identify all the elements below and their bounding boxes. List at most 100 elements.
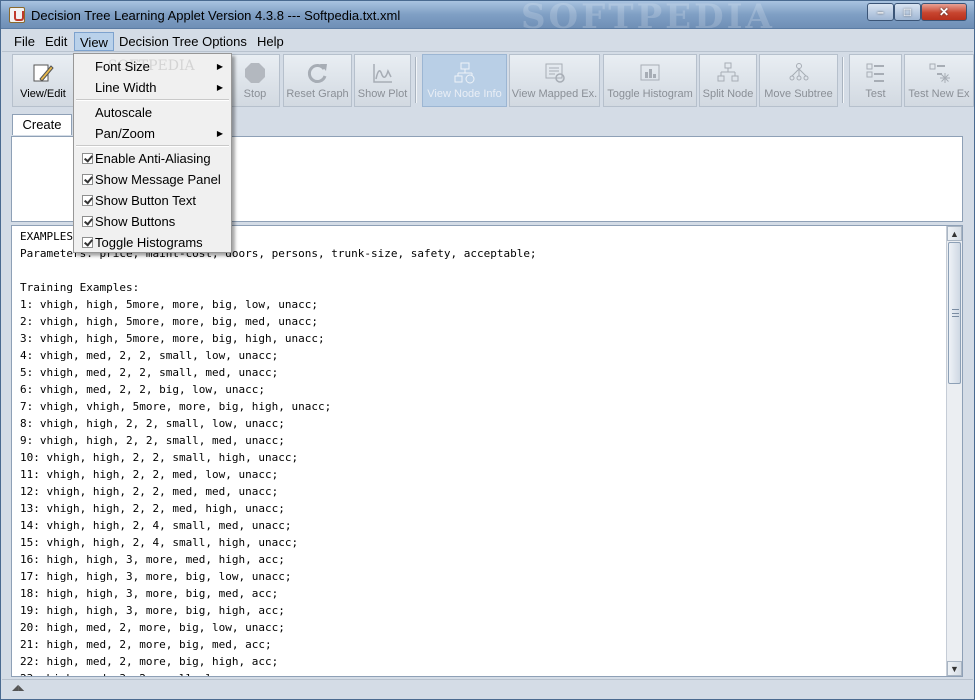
checkbox-checked-icon xyxy=(82,237,93,248)
menu-item-line-width[interactable]: Line Width ▶ xyxy=(76,77,229,98)
menu-item-show-message-panel[interactable]: Show Message Panel xyxy=(76,169,229,190)
split-node-label: Split Node xyxy=(702,88,754,100)
show-buttons-label: Show Buttons xyxy=(95,214,176,229)
menu-options-label: Decision Tree Options xyxy=(119,34,247,49)
text-line: 18: high, high, 3, more, big, med, acc; xyxy=(20,587,279,600)
autoscale-label: Autoscale xyxy=(95,105,153,120)
font-size-label: Font Size xyxy=(95,59,150,74)
text-line: 21: high, med, 2, more, big, med, acc; xyxy=(20,638,272,651)
edit-pencil-icon xyxy=(33,64,54,82)
split-pane-arrows-icon[interactable]: ◢◣ xyxy=(12,683,24,692)
toggle-histogram-button[interactable]: Toggle Histogram xyxy=(603,54,697,107)
maximize-icon: □ xyxy=(903,5,912,19)
anti-aliasing-label: Enable Anti-Aliasing xyxy=(95,151,211,166)
checkbox-checked-icon xyxy=(82,216,93,227)
submenu-arrow-icon: ▶ xyxy=(216,83,223,92)
close-button[interactable]: ✕ xyxy=(921,3,967,21)
text-line: 19: high, high, 3, more, big, high, acc; xyxy=(20,604,285,617)
toolbar-separator-2 xyxy=(842,57,844,103)
text-line xyxy=(20,262,537,279)
examples-text: EXAMPLES Parameters: price, maint-cost, d… xyxy=(20,228,537,676)
scroll-up-arrow-icon[interactable]: ▲ xyxy=(947,226,962,241)
text-line: 4: vhigh, med, 2, 2, small, low, unacc; xyxy=(20,349,279,362)
node-info-icon xyxy=(454,62,474,84)
test-new-example-button[interactable]: Test New Ex xyxy=(904,54,974,107)
maximize-button[interactable]: □ xyxy=(894,3,921,21)
menu-file[interactable]: File xyxy=(9,32,40,51)
scroll-down-arrow-icon[interactable]: ▼ xyxy=(947,661,962,676)
stop-button[interactable]: Stop xyxy=(230,54,280,107)
tab-create[interactable]: Create xyxy=(12,114,72,135)
menu-item-enable-anti-aliasing[interactable]: Enable Anti-Aliasing xyxy=(76,148,229,169)
window-title: Decision Tree Learning Applet Version 4.… xyxy=(31,8,401,23)
title-bar[interactable]: Decision Tree Learning Applet Version 4.… xyxy=(1,0,974,37)
test-button[interactable]: Test xyxy=(849,54,902,107)
split-node-button[interactable]: Split Node xyxy=(699,54,757,107)
histogram-icon xyxy=(640,64,660,81)
mapped-examples-icon xyxy=(545,63,565,83)
view-mapped-examples-button[interactable]: View Mapped Ex. xyxy=(509,54,600,107)
close-icon: ✕ xyxy=(938,5,950,19)
stop-label: Stop xyxy=(243,88,267,100)
move-subtree-button[interactable]: Move Subtree xyxy=(759,54,838,107)
vertical-scrollbar[interactable]: ▲ ▼ xyxy=(946,226,962,676)
menu-file-label: File xyxy=(14,34,35,49)
menu-item-show-buttons[interactable]: Show Buttons xyxy=(76,211,229,232)
menu-edit-label: Edit xyxy=(45,34,68,49)
submenu-arrow-icon: ▶ xyxy=(216,129,223,138)
menu-separator xyxy=(76,145,229,147)
checkbox-checked-icon xyxy=(82,174,93,185)
text-line: 20: high, med, 2, more, big, low, unacc; xyxy=(20,621,285,634)
text-line: 12: vhigh, high, 2, 2, med, med, unacc; xyxy=(20,485,279,498)
text-line: 3: vhigh, high, 5more, more, big, high, … xyxy=(20,332,325,345)
menu-item-toggle-histograms[interactable]: Toggle Histograms xyxy=(76,232,229,253)
reset-graph-button[interactable]: Reset Graph xyxy=(283,54,352,107)
menu-item-show-button-text[interactable]: Show Button Text xyxy=(76,190,229,211)
text-line: 14: vhigh, high, 2, 4, small, med, unacc… xyxy=(20,519,292,532)
text-line: 2: vhigh, high, 5more, more, big, med, u… xyxy=(20,315,319,328)
toggle-histogram-label: Toggle Histogram xyxy=(607,88,693,100)
view-menu-dropdown: SOFTPEDIA Font Size ▶ Line Width ▶ Autos… xyxy=(73,53,232,253)
scroll-thumb[interactable] xyxy=(948,242,961,384)
examples-text-area[interactable]: EXAMPLES Parameters: price, maint-cost, d… xyxy=(11,225,963,677)
test-label: Test xyxy=(865,88,886,100)
java-app-icon xyxy=(9,7,25,23)
test-checklist-icon xyxy=(866,63,884,82)
menu-help[interactable]: Help xyxy=(252,32,289,51)
text-line: 16: high, high, 3, more, med, high, acc; xyxy=(20,553,285,566)
menu-view[interactable]: View xyxy=(74,32,114,51)
refresh-icon xyxy=(307,64,327,83)
split-node-icon xyxy=(717,62,739,82)
menu-separator xyxy=(76,99,229,101)
view-node-info-button[interactable]: View Node Info xyxy=(422,54,507,107)
menu-bar: File Edit View Decision Tree Options Hel… xyxy=(2,30,973,52)
menu-decision-tree-options[interactable]: Decision Tree Options xyxy=(114,32,252,51)
menu-edit[interactable]: Edit xyxy=(40,32,72,51)
toolbar-separator xyxy=(415,57,417,103)
menu-view-label: View xyxy=(80,35,108,50)
plot-icon xyxy=(372,64,392,83)
minimize-icon: – xyxy=(877,5,884,19)
menu-item-pan-zoom[interactable]: Pan/Zoom ▶ xyxy=(76,123,229,144)
submenu-arrow-icon: ▶ xyxy=(216,62,223,71)
menu-item-autoscale[interactable]: Autoscale xyxy=(76,102,229,123)
test-new-label: Test New Ex xyxy=(908,88,970,100)
test-new-icon xyxy=(929,63,950,83)
show-plot-button[interactable]: Show Plot xyxy=(354,54,411,107)
message-panel-label: Show Message Panel xyxy=(95,172,221,187)
view-node-info-label: View Node Info xyxy=(427,88,502,100)
text-line: 13: vhigh, high, 2, 2, med, high, unacc; xyxy=(20,502,285,515)
view-edit-button[interactable]: View/Edit xyxy=(12,54,74,107)
show-plot-label: Show Plot xyxy=(357,88,408,100)
move-subtree-label: Move Subtree xyxy=(764,88,833,100)
menu-item-font-size[interactable]: Font Size ▶ xyxy=(76,56,229,77)
pan-zoom-label: Pan/Zoom xyxy=(95,126,155,141)
text-line: 5: vhigh, med, 2, 2, small, med, unacc; xyxy=(20,366,279,379)
text-line: 1: vhigh, high, 5more, more, big, low, u… xyxy=(20,298,319,311)
app-window: Decision Tree Learning Applet Version 4.… xyxy=(0,0,975,700)
text-line: 8: vhigh, high, 2, 2, small, low, unacc; xyxy=(20,417,285,430)
minimize-button[interactable]: – xyxy=(867,3,894,21)
checkbox-checked-icon xyxy=(82,195,93,206)
text-line: Training Examples: xyxy=(20,281,140,294)
toggle-histograms-label: Toggle Histograms xyxy=(95,235,203,250)
